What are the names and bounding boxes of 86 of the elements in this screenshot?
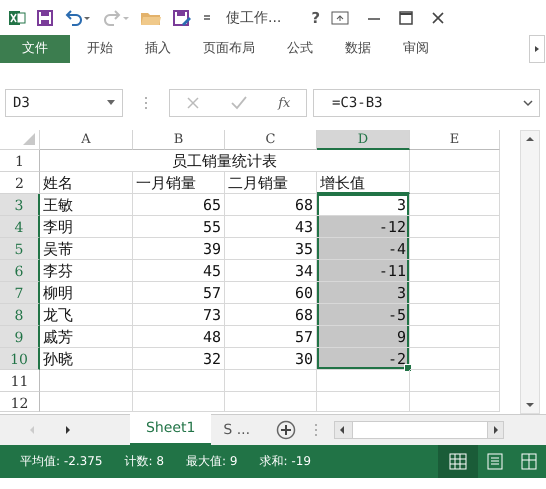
table-cell: 龙飞 — [40, 304, 133, 326]
table-cell: 45 — [133, 260, 225, 282]
ribbon-tab[interactable]: 公式 — [272, 35, 328, 63]
table-cell: 57 — [133, 282, 225, 304]
ribbon-tab[interactable]: 插入 — [130, 35, 186, 63]
save-icon[interactable] — [36, 8, 54, 26]
fill-handle[interactable] — [404, 364, 412, 372]
status-summary: 求和: -19 — [260, 453, 312, 470]
check-icon[interactable] — [230, 96, 247, 110]
ribbon-tab[interactable]: 文件 — [0, 35, 70, 63]
horizontal-scrollbar[interactable] — [334, 421, 504, 439]
ribbon-tab[interactable]: 开始 — [72, 35, 128, 63]
table-cell: 柳明 — [40, 282, 133, 304]
table-cell: -2 — [317, 348, 410, 370]
drag-handle-icon[interactable] — [143, 96, 149, 110]
ribbon-tab[interactable]: 数据 — [330, 35, 386, 63]
table-cell: 65 — [133, 194, 225, 216]
scroll-left-icon[interactable] — [338, 425, 346, 435]
maximize-icon[interactable] — [398, 8, 414, 26]
table-cell: 孙晓 — [40, 348, 133, 370]
insert-function-button[interactable]: fx — [278, 96, 290, 110]
ribbon-display-icon[interactable] — [330, 8, 350, 26]
table-cell: 73 — [133, 304, 225, 326]
sheet-tab[interactable]: Sheet1 — [130, 412, 212, 444]
vertical-scrollbar[interactable] — [520, 130, 540, 414]
scroll-right-icon[interactable] — [64, 425, 72, 435]
window-title: 使工作... — [226, 8, 282, 26]
dropdown-arrow-icon — [107, 100, 115, 106]
row-header[interactable]: 4 — [0, 216, 40, 238]
row-header[interactable]: 8 — [0, 304, 40, 326]
ribbon-tab[interactable]: 页面布局 — [188, 35, 270, 63]
row-header[interactable]: 1 — [0, 150, 40, 172]
excel-logo-icon — [8, 8, 26, 26]
splitter-handle-icon[interactable] — [314, 423, 318, 437]
table-cell: 9 — [317, 326, 410, 348]
scroll-down-icon[interactable] — [525, 401, 535, 409]
column-header[interactable]: E — [410, 130, 500, 150]
row-header[interactable]: 9 — [0, 326, 40, 348]
table-cell: -4 — [317, 238, 410, 260]
column-header[interactable]: A — [40, 130, 133, 150]
row-header[interactable]: 12 — [0, 392, 40, 412]
column-header[interactable]: B — [133, 130, 225, 150]
scrollbar-thumb[interactable] — [352, 421, 488, 439]
ribbon-scroll-button[interactable] — [529, 35, 545, 63]
add-sheet-icon[interactable] — [276, 420, 296, 440]
right-arrow-icon — [534, 45, 540, 53]
scroll-up-icon[interactable] — [525, 135, 535, 143]
status-summary: 平均值: -2.375 — [20, 453, 103, 470]
column-header[interactable]: D — [317, 130, 410, 150]
table-cell: 李明 — [40, 216, 133, 238]
help-button[interactable]: ? — [311, 8, 320, 26]
corner-triangle-icon — [23, 133, 35, 145]
table-cell: 3 — [317, 194, 410, 216]
table-cell: 39 — [133, 238, 225, 260]
table-cell: 戚芳 — [40, 326, 133, 348]
save-as-icon[interactable] — [172, 8, 192, 26]
table-cell: 李芬 — [40, 260, 133, 282]
table-cell: 吴芾 — [40, 238, 133, 260]
table-cell: 48 — [133, 326, 225, 348]
scroll-right-icon[interactable] — [492, 425, 500, 435]
row-header[interactable]: 10 — [0, 348, 40, 370]
row-header[interactable]: 7 — [0, 282, 40, 304]
column-heading: 姓名 — [40, 172, 133, 194]
ribbon-tab[interactable]: 审阅 — [388, 35, 444, 63]
table-cell: 王敏 — [40, 194, 133, 216]
row-header[interactable]: 3 — [0, 194, 40, 216]
table-cell: -11 — [317, 260, 410, 282]
undo-icon[interactable] — [64, 8, 92, 26]
status-summary: 最大值: 9 — [186, 453, 238, 470]
table-cell: 32 — [133, 348, 225, 370]
table-cell: 3 — [317, 282, 410, 304]
formula-field[interactable]: =C3-B3 — [313, 89, 540, 117]
row-header[interactable]: 5 — [0, 238, 40, 260]
sheet-tab[interactable]: S ... — [211, 415, 262, 445]
table-cell: -5 — [317, 304, 410, 326]
table-cell: 55 — [133, 216, 225, 238]
expand-chevron-icon[interactable] — [523, 100, 533, 106]
name-box[interactable]: D3 — [5, 89, 123, 117]
table-cell: -12 — [317, 216, 410, 238]
status-summary: 计数: 8 — [124, 453, 164, 470]
table-title: 员工销量统计表 — [40, 150, 410, 172]
column-heading: 一月销量 — [133, 172, 225, 194]
normal-view-icon[interactable] — [438, 445, 478, 478]
row-header[interactable]: 6 — [0, 260, 40, 282]
column-heading: 二月销量 — [225, 172, 317, 194]
row-header[interactable]: 11 — [0, 370, 40, 392]
